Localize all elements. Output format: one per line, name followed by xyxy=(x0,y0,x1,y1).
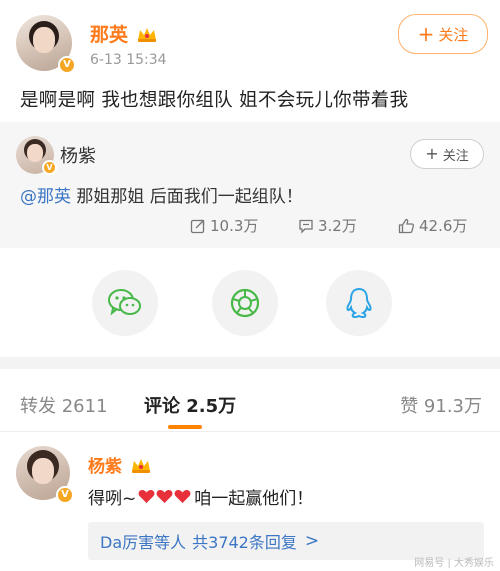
retweet-body: 那姐那姐 后面我们一起组队！ xyxy=(71,187,303,207)
retweet-text: @那英 那姐那姐 后面我们一起组队！ xyxy=(20,182,303,207)
verified-badge-icon: V xyxy=(58,56,76,74)
repost-stat[interactable]: 10.3万 xyxy=(190,215,258,236)
like-count: 42.6万 xyxy=(419,217,468,235)
watermark: 网易号 | 大秀娱乐 xyxy=(414,558,494,569)
interaction-tabs: 转发 2611 评论 2.5万 赞 91.3万 xyxy=(0,370,500,432)
tab-reposts[interactable]: 转发 2611 xyxy=(20,392,108,418)
plus-icon: + xyxy=(425,144,439,163)
comment-stat[interactable]: 3.2万 xyxy=(298,215,357,236)
author-name[interactable]: 那英 xyxy=(90,20,128,47)
repost-icon xyxy=(190,219,205,233)
crown-icon xyxy=(132,458,150,473)
verified-badge-icon: V xyxy=(42,160,57,175)
comment-icon xyxy=(299,219,313,234)
verified-badge-icon: V xyxy=(56,486,74,504)
retweet-header: V 杨紫 + 关注 xyxy=(16,134,484,175)
qq-icon xyxy=(346,287,372,319)
repost-count: 10.3万 xyxy=(210,217,259,235)
chevron-right-icon: > xyxy=(304,531,320,551)
post-header: V 那英 6-13 15:34 + 关注 xyxy=(16,10,488,76)
follow-label: 关注 xyxy=(442,148,469,164)
heart-icon xyxy=(156,490,173,503)
weibo-post-page: V 那英 6-13 15:34 + 关注 是啊是啊 我也想跟你组队 姐不会玩儿你… xyxy=(0,0,500,571)
tab-likes[interactable]: 赞 91.3万 xyxy=(400,392,482,418)
retweet-author-name[interactable]: 杨紫 xyxy=(60,142,96,168)
tab-comments-label: 评论 xyxy=(144,396,180,417)
crown-icon xyxy=(138,27,157,42)
author-name-row: 那英 xyxy=(90,20,158,47)
share-moments-button[interactable] xyxy=(212,270,278,336)
commenter-name[interactable]: 杨紫 xyxy=(88,452,122,477)
plus-icon: + xyxy=(417,22,435,46)
tab-reposts-count: 2611 xyxy=(61,396,108,417)
hearts-emoji-group xyxy=(138,489,192,504)
retweet-follow-button[interactable]: + 关注 xyxy=(410,139,484,169)
like-stat[interactable]: 42.6万 xyxy=(398,215,467,236)
section-divider xyxy=(0,357,500,369)
retweeted-post[interactable]: V 杨紫 + 关注 @那英 那姐那姐 后面我们一起组队！ 10.3万 3.2万 … xyxy=(0,122,500,248)
follow-label: 关注 xyxy=(438,25,469,44)
comment-item: V 杨紫 得咧~ 咱一起赢他们！ Da厉害等人 共3742条回复 > xyxy=(0,446,500,571)
comment-text: 得咧~ 咱一起赢他们！ xyxy=(88,484,313,509)
comment-count: 3.2万 xyxy=(318,217,357,235)
mention-link[interactable]: @那英 xyxy=(20,187,71,207)
thumbs-up-icon xyxy=(398,218,415,233)
comment-text-start: 得咧~ xyxy=(88,489,137,509)
wechat-icon xyxy=(108,289,141,316)
post-text: 是啊是啊 我也想跟你组队 姐不会玩儿你带着我 xyxy=(20,90,409,111)
post-time: 6-13 15:34 xyxy=(90,52,167,68)
moments-icon xyxy=(230,288,260,318)
comment-text-end: 咱一起赢他们！ xyxy=(194,489,314,509)
tab-likes-label: 赞 xyxy=(400,396,419,417)
reply-count: 共3742条回复 xyxy=(192,533,297,552)
share-wechat-button[interactable] xyxy=(92,270,158,336)
tab-reposts-label: 转发 xyxy=(20,396,56,417)
heart-icon xyxy=(138,490,155,503)
retweet-stats: 10.3万 3.2万 42.6万 xyxy=(0,215,500,239)
share-row xyxy=(0,270,500,336)
tab-comments-count: 2.5万 xyxy=(186,396,237,417)
share-qq-button[interactable] xyxy=(326,270,392,336)
tab-comments[interactable]: 评论 2.5万 xyxy=(144,392,236,418)
heart-icon xyxy=(174,490,191,503)
tab-likes-count: 91.3万 xyxy=(423,396,482,417)
reply-users: Da厉害等人 xyxy=(100,533,187,552)
commenter-name-row: 杨紫 xyxy=(88,452,152,477)
follow-button[interactable]: + 关注 xyxy=(398,14,488,54)
active-tab-indicator xyxy=(168,425,202,429)
